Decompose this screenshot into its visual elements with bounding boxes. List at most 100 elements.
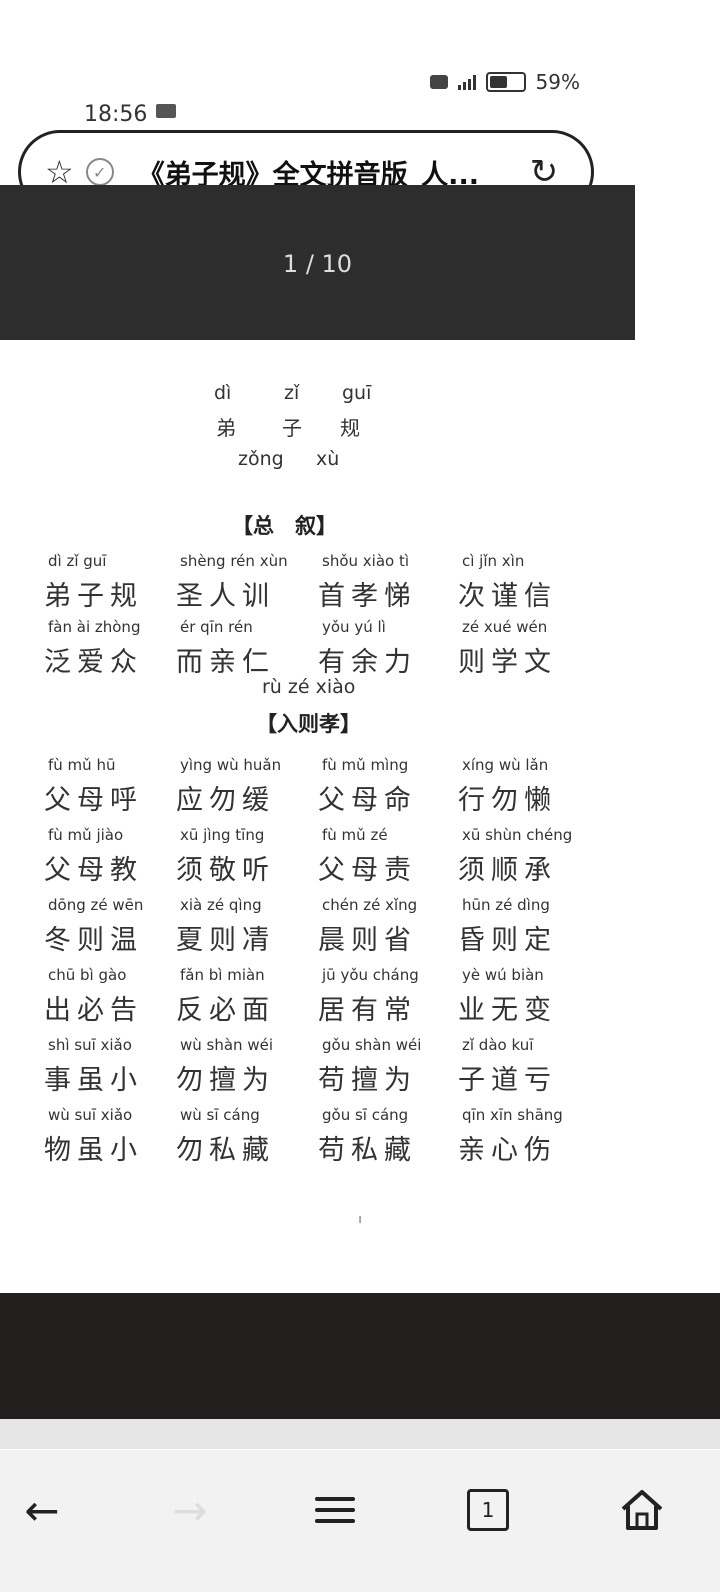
- verse-pinyin: fù mǔ jiào: [48, 826, 124, 844]
- verse-pinyin: wù suī xiǎo: [48, 1106, 133, 1124]
- verse-hanzi: 业无变: [458, 995, 557, 1026]
- verse-pinyin: cì jǐn xìn: [462, 552, 525, 570]
- verse-pinyin: shǒu xiào tì: [322, 552, 410, 570]
- verse-hanzi: 居有常: [318, 995, 417, 1026]
- verse-hanzi: 夏则凊: [176, 925, 275, 956]
- verse-pinyin: dōng zé wēn: [48, 896, 144, 914]
- verse-pinyin: chū bì gào: [48, 966, 127, 984]
- title-hanzi: 规: [340, 416, 372, 440]
- tabs-icon: 1: [467, 1489, 509, 1531]
- verse-pinyin: yìng wù huǎn: [180, 756, 282, 774]
- status-bar: 18:56 59%: [0, 60, 720, 127]
- verse-pinyin: dì zǐ guī: [48, 552, 107, 570]
- verse-pinyin: ér qīn rén: [180, 618, 253, 636]
- forward-button[interactable]: →: [160, 1480, 220, 1540]
- verse-pinyin: xià zé qìng: [180, 896, 262, 914]
- tabs-button[interactable]: 1: [458, 1480, 518, 1540]
- section-pinyin: rù zé xiào: [262, 676, 356, 698]
- verse-pinyin: wù shàn wéi: [180, 1036, 273, 1054]
- verse-hanzi: 勿擅为: [176, 1065, 275, 1096]
- status-time: 18:56: [84, 102, 148, 127]
- verse-hanzi: 圣人训: [176, 581, 275, 612]
- forward-arrow-icon: →: [172, 1485, 208, 1535]
- battery-level: [489, 76, 507, 88]
- verse-pinyin: yè wú biàn: [462, 966, 544, 984]
- verse-hanzi: 晨则省: [318, 925, 417, 956]
- verse-hanzi: 泛爱众: [44, 647, 143, 678]
- subtitle-pinyin: xù: [316, 448, 340, 470]
- verse-hanzi: 有余力: [318, 647, 417, 678]
- title-hanzi: 弟: [216, 416, 248, 440]
- menu-icon: [315, 1490, 355, 1530]
- verse-pinyin: zé xué wén: [462, 618, 548, 636]
- verse-hanzi: 而亲仁: [176, 647, 275, 678]
- verse-hanzi: 须顺承: [458, 855, 557, 886]
- verse-hanzi: 次谨信: [458, 581, 557, 612]
- verse-hanzi: 苟私藏: [318, 1135, 417, 1166]
- verse-hanzi: 首孝悌: [318, 581, 417, 612]
- status-right-group: 59%: [429, 70, 580, 94]
- verse-pinyin: fù mǔ hū: [48, 756, 116, 774]
- verse-pinyin: fù mǔ zé: [322, 826, 388, 844]
- verse-hanzi: 则学文: [458, 647, 557, 678]
- verse-hanzi: 事虽小: [44, 1065, 143, 1096]
- title-pinyin: dì: [214, 382, 232, 404]
- shield-check-icon[interactable]: ✓: [85, 158, 114, 186]
- verse-hanzi: 父母呼: [44, 785, 143, 816]
- subtitle-pinyin: zǒng: [238, 448, 284, 470]
- verse-hanzi: 应勿缓: [176, 785, 275, 816]
- menu-button[interactable]: [305, 1480, 365, 1540]
- verse-hanzi: 须敬听: [176, 855, 275, 886]
- verse-pinyin: gǒu sī cáng: [322, 1106, 409, 1124]
- verse-hanzi: 冬则温: [44, 925, 143, 956]
- section-title-ruzexiao: 【入则孝】: [256, 711, 361, 736]
- verse-pinyin: shèng rén xùn: [180, 552, 288, 570]
- page-counter: 1 / 10: [282, 249, 353, 278]
- back-arrow-icon: ←: [24, 1485, 60, 1535]
- verse-pinyin: hūn zé dìng: [462, 896, 550, 914]
- title-pinyin: guī: [342, 382, 372, 404]
- verse-pinyin: jū yǒu cháng: [322, 966, 419, 984]
- verse-pinyin: gǒu shàn wéi: [322, 1036, 422, 1054]
- verse-pinyin: fàn ài zhòng: [48, 618, 141, 636]
- verse-hanzi: 反必面: [176, 995, 275, 1026]
- verse-pinyin: xū shùn chéng: [462, 826, 573, 844]
- verse-hanzi: 行勿懒: [458, 785, 557, 816]
- verse-pinyin: zǐ dào kuī: [462, 1036, 534, 1054]
- home-icon: [621, 1490, 663, 1530]
- verse-pinyin: fù mǔ mìng: [322, 756, 409, 774]
- verse-hanzi: 昏则定: [458, 925, 557, 956]
- home-button[interactable]: [612, 1480, 672, 1540]
- bottom-separator: [0, 1419, 720, 1449]
- verse-pinyin: yǒu yú lì: [322, 618, 386, 636]
- sim-icon: [429, 75, 448, 89]
- verse-hanzi: 父母教: [44, 855, 143, 886]
- verse-pinyin: xíng wù lǎn: [462, 756, 549, 774]
- notification-icon: [156, 104, 176, 118]
- pdf-bottom-margin: [0, 1293, 720, 1419]
- verse-hanzi: 父母责: [318, 855, 417, 886]
- back-button[interactable]: ←: [12, 1480, 72, 1540]
- page-mark: ı: [358, 1212, 362, 1226]
- verse-hanzi: 物虽小: [44, 1135, 143, 1166]
- verse-pinyin: shì suī xiǎo: [48, 1036, 132, 1054]
- pdf-toolbar-edge: [0, 310, 635, 340]
- verse-hanzi: 弟子规: [44, 581, 143, 612]
- battery-percent: 59%: [535, 70, 580, 94]
- verse-hanzi: 勿私藏: [176, 1135, 275, 1166]
- verse-hanzi: 父母命: [318, 785, 417, 816]
- verse-pinyin: xū jìng tīng: [180, 826, 265, 844]
- verse-hanzi: 子道亏: [458, 1065, 557, 1096]
- bottom-navigation: ← → 1: [0, 1450, 720, 1592]
- pdf-toolbar: 1 / 10: [0, 185, 635, 310]
- verse-hanzi: 亲心伤: [458, 1135, 557, 1166]
- verse-pinyin: fǎn bì miàn: [180, 966, 265, 984]
- section-title-zongxu: 【总 叙】: [232, 513, 337, 538]
- verse-pinyin: wù sī cáng: [180, 1106, 260, 1124]
- verse-hanzi: 苟擅为: [318, 1065, 417, 1096]
- verse-pinyin: chén zé xǐng: [322, 896, 418, 914]
- title-hanzi: 子: [282, 416, 314, 440]
- title-pinyin: zǐ: [284, 382, 300, 404]
- signal-icon: [457, 74, 476, 90]
- battery-icon: [485, 72, 526, 92]
